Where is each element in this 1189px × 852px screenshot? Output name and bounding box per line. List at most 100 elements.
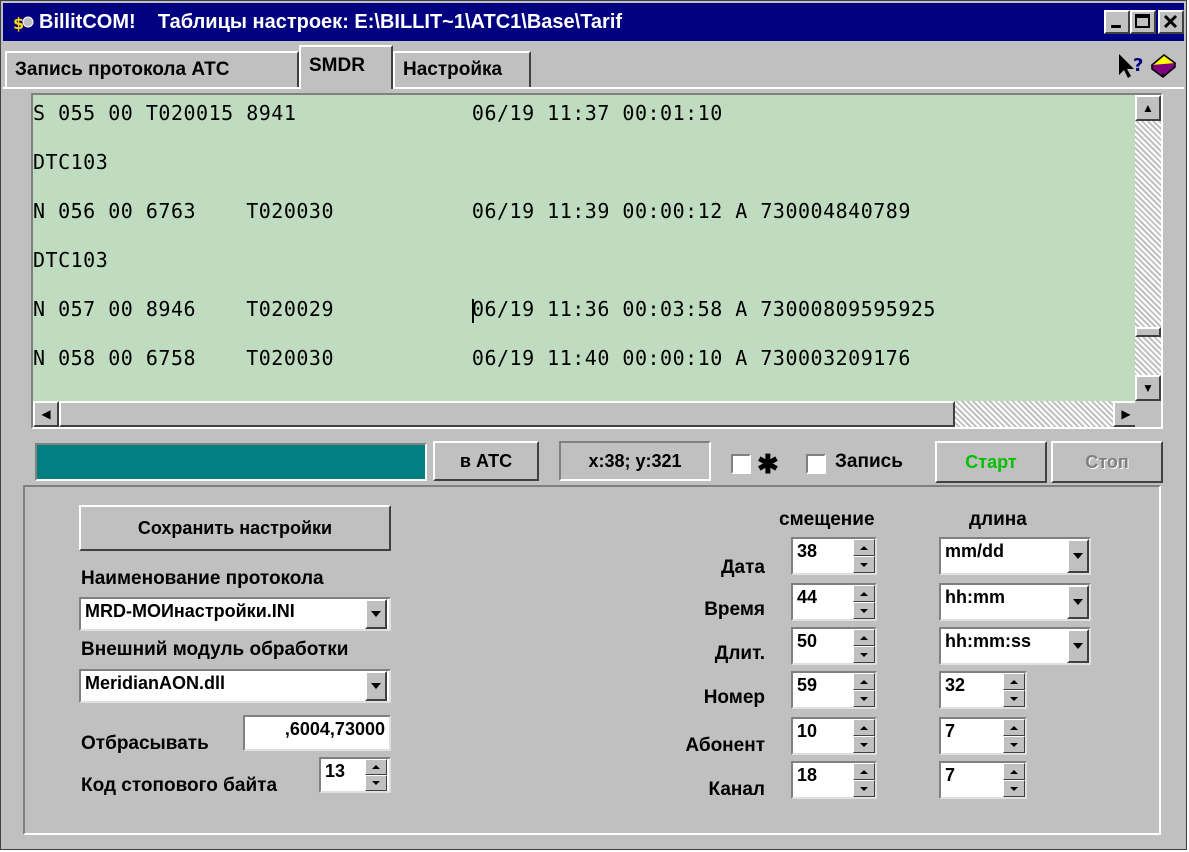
discard-input[interactable]: ,6004,73000 [243,715,391,751]
scroll-corner [1135,401,1161,427]
spin-down-button[interactable] [1003,736,1025,753]
minimize-button[interactable] [1104,10,1130,34]
spin-down-button[interactable] [1003,690,1025,707]
scroll-up-button[interactable]: ▲ [1135,95,1161,121]
spin-up-button[interactable] [853,539,875,556]
record-checkbox[interactable] [806,454,826,474]
protocol-dropdown-button[interactable] [365,599,387,629]
spin-up-button[interactable] [365,759,387,775]
spin-down-button[interactable] [1003,780,1025,797]
save-settings-button[interactable]: Сохранить настройки [79,505,391,551]
stopbyte-label: Код стопового байта [81,775,278,796]
svg-text:?: ? [1133,55,1143,76]
spin-down-button[interactable] [853,690,875,707]
send-to-atc-button[interactable]: в АТС [433,441,539,481]
duration-offset-spinner[interactable] [853,629,875,663]
triangle-right-icon: ▶ [1121,407,1131,421]
horizontal-scroll-thumb[interactable] [59,401,955,427]
scroll-left-button[interactable]: ◀ [33,401,59,427]
date-length-dropdown-button[interactable] [1067,539,1089,573]
start-button[interactable]: Старт [935,441,1047,483]
spin-up-icon [860,769,868,774]
triangle-down-icon: ▼ [1142,381,1154,395]
spin-up-icon [860,725,868,730]
spin-up-icon [860,635,868,640]
time-length-dropdown-button[interactable] [1067,585,1089,619]
subscriber-offset-spinner[interactable] [853,719,875,753]
spin-up-button[interactable] [1003,763,1025,780]
title-bar[interactable]: $ BillitCOM! Таблицы настроек: E:\BILLIT… [3,3,1184,41]
duration-length-dropdown-button[interactable] [1067,629,1089,663]
protocol-select[interactable]: MRD-МОИнастройки.INI [79,597,391,631]
chevron-down-icon [371,611,381,617]
app-icon: $ [13,14,34,33]
spin-up-button[interactable] [853,629,875,646]
spin-down-button[interactable] [853,736,875,753]
spin-up-button[interactable] [853,719,875,736]
duration-length-value: hh:mm:ss [945,631,1032,651]
spin-down-button[interactable] [853,602,875,619]
app-window: $ BillitCOM! Таблицы настроек: E:\BILLIT… [0,0,1187,850]
discard-value: ,6004,73000 [284,719,385,739]
tab-protocol-record[interactable]: Запись протокола АТС [5,51,299,87]
number-length-spinner[interactable] [1003,673,1025,707]
module-dropdown-button[interactable] [365,671,387,701]
date-offset-spinner[interactable] [853,539,875,573]
log-text-area[interactable]: S 055 00 T020015 8941 06/19 11:37 00:01:… [33,95,1139,401]
close-icon [1163,14,1178,29]
vertical-scrollbar[interactable]: ▲ ▼ [1135,95,1161,401]
scroll-down-button[interactable]: ▼ [1135,375,1161,401]
tab-smdr[interactable]: SMDR [299,45,393,89]
channel-offset-spinner[interactable] [853,763,875,797]
number-label: Номер [703,687,765,708]
spin-down-icon [1010,696,1018,701]
spin-up-icon [860,679,868,684]
spin-up-icon [1010,725,1018,730]
spin-up-icon [860,591,868,596]
stopbyte-spinner[interactable] [365,759,387,791]
log-line: DTC103 [33,248,109,272]
tab-strip: Запись протокола АТС SMDR Настройка ? [3,43,1184,89]
module-value: MeridianAON.dll [85,673,226,693]
maximize-button[interactable] [1130,10,1156,34]
spin-down-icon [860,652,868,657]
coords-text: x:38; y:321 [588,450,682,471]
spin-up-button[interactable] [1003,673,1025,690]
record-label: Запись [835,451,903,472]
chevron-down-icon [1073,643,1083,649]
spin-up-button[interactable] [853,763,875,780]
spin-down-button[interactable] [365,775,387,791]
close-button[interactable] [1158,10,1184,34]
tab-label: SMDR [309,55,365,76]
spin-down-button[interactable] [853,780,875,797]
asterisk-checkbox[interactable] [731,454,751,474]
protocol-value: MRD-МОИнастройки.INI [85,601,295,621]
subscriber-label: Абонент [685,735,765,756]
stop-button[interactable]: Стоп [1051,441,1163,483]
spin-down-icon [860,696,868,701]
spin-up-button[interactable] [853,673,875,690]
subscriber-length-spinner[interactable] [1003,719,1025,753]
log-line: DTC103 [33,150,109,174]
save-settings-label: Сохранить настройки [137,517,333,538]
time-offset-spinner[interactable] [853,585,875,619]
cursor-coordinates: x:38; y:321 [559,441,711,481]
module-select[interactable]: MeridianAON.dll [79,669,391,703]
smdr-log-view[interactable]: S 055 00 T020015 8941 06/19 11:37 00:01:… [31,93,1163,429]
channel-length-spinner[interactable] [1003,763,1025,797]
number-offset-spinner[interactable] [853,673,875,707]
vertical-scroll-thumb[interactable] [1135,327,1161,337]
tab-settings[interactable]: Настройка [393,51,531,87]
spin-down-button[interactable] [853,646,875,663]
spin-up-button[interactable] [1003,719,1025,736]
spin-up-button[interactable] [853,585,875,602]
help-pointer-icon[interactable]: ? [1116,51,1146,81]
protocol-label: Наименование протокола [81,568,324,589]
spin-up-icon [1010,769,1018,774]
spin-down-icon [372,781,380,785]
spin-up-icon [860,545,868,550]
horizontal-scrollbar[interactable]: ◀ ▶ [33,401,1139,427]
spin-down-button[interactable] [853,556,875,573]
help-icons: ? [1114,49,1178,83]
help-book-icon[interactable] [1148,51,1178,81]
